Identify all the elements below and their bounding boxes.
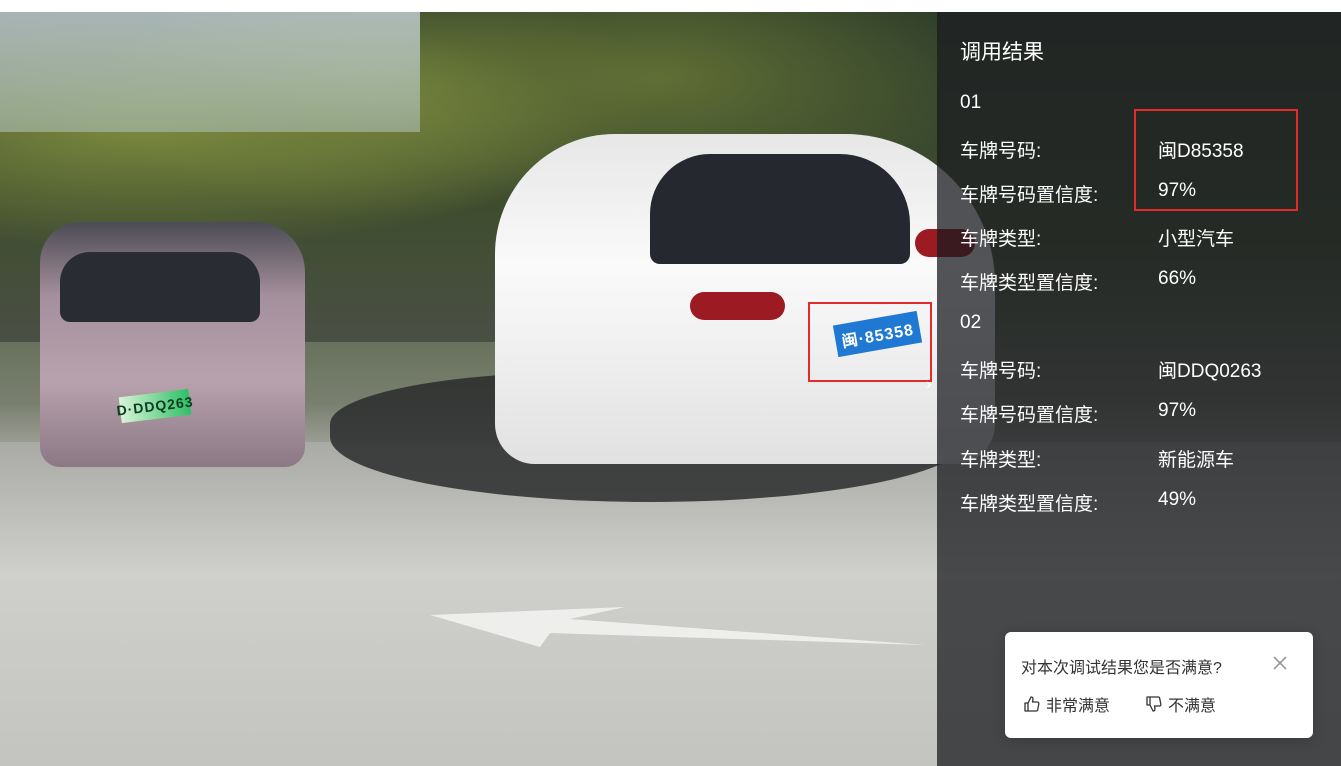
result-value: 97% bbox=[1158, 400, 1197, 421]
result-label: 车牌号码: bbox=[960, 141, 1042, 162]
result-row-type-confidence: 车牌类型置信度: 66% bbox=[960, 268, 1320, 294]
pink-car-window bbox=[60, 252, 260, 322]
panel-collapse-icon[interactable]: › bbox=[926, 376, 931, 394]
thumbs-up-icon bbox=[1024, 696, 1040, 712]
result-value: 49% bbox=[1158, 489, 1197, 510]
result-index: 02 bbox=[960, 312, 982, 333]
result-index: 01 bbox=[960, 92, 982, 113]
close-icon[interactable] bbox=[1269, 652, 1291, 674]
thumbs-down-icon bbox=[1146, 696, 1162, 712]
result-row-plate-confidence: 车牌号码置信度: 97% bbox=[960, 400, 1320, 426]
white-car-left-light bbox=[690, 292, 785, 320]
white-car-window bbox=[650, 154, 910, 264]
satisfied-label: 非常满意 bbox=[1046, 698, 1111, 715]
result-label: 车牌类型: bbox=[960, 229, 1042, 250]
sky-background bbox=[0, 12, 420, 132]
satisfied-button[interactable]: 非常满意 bbox=[1023, 692, 1110, 716]
result-value: 新能源车 bbox=[1158, 450, 1235, 471]
result-row-plate-type: 车牌类型: 新能源车 bbox=[960, 445, 1320, 471]
pink-car bbox=[40, 222, 305, 467]
result-label: 车牌类型置信度: bbox=[960, 494, 1099, 515]
result-highlight-box bbox=[1134, 109, 1298, 211]
unsatisfied-label: 不满意 bbox=[1168, 698, 1217, 715]
result-value: 66% bbox=[1158, 268, 1197, 289]
road-arrow-marking bbox=[430, 607, 925, 647]
plate-detection-box bbox=[808, 302, 932, 382]
feedback-popup: 对本次调试结果您是否满意? 非常满意 不满意 bbox=[1005, 632, 1313, 738]
white-car bbox=[495, 134, 995, 464]
result-value: 小型汽车 bbox=[1158, 229, 1235, 250]
result-label: 车牌类型置信度: bbox=[960, 273, 1099, 294]
result-row-plate-type: 车牌类型: 小型汽车 bbox=[960, 224, 1320, 250]
result-label: 车牌号码: bbox=[960, 361, 1042, 382]
result-row-type-confidence: 车牌类型置信度: 49% bbox=[960, 489, 1320, 515]
result-value: 闽DDQ0263 bbox=[1158, 361, 1262, 382]
result-label: 车牌号码置信度: bbox=[960, 185, 1099, 206]
feedback-question: 对本次调试结果您是否满意? bbox=[1021, 660, 1222, 677]
result-label: 车牌类型: bbox=[960, 450, 1042, 471]
panel-title: 调用结果 bbox=[960, 41, 1044, 64]
result-label: 车牌号码置信度: bbox=[960, 405, 1099, 426]
result-row-plate-number: 车牌号码: 闽DDQ0263 bbox=[960, 356, 1320, 382]
unsatisfied-button[interactable]: 不满意 bbox=[1145, 692, 1216, 716]
